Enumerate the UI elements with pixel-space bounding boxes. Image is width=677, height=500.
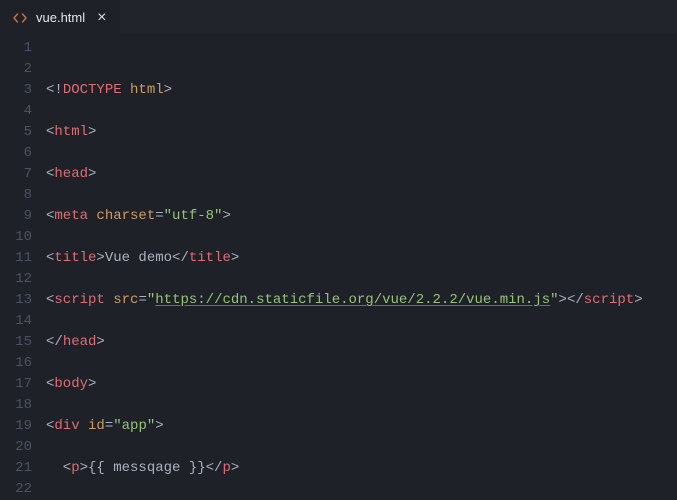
line-number: 7 xyxy=(0,164,32,185)
line-number: 10 xyxy=(0,227,32,248)
line-number: 16 xyxy=(0,353,32,374)
code-line[interactable]: <title>Vue demo</title> xyxy=(46,248,677,269)
code-line[interactable]: <p>{{ messqage }}</p> xyxy=(46,458,677,479)
line-number: 5 xyxy=(0,122,32,143)
line-number-gutter: 12345678910111213141516171819202122 xyxy=(0,38,46,500)
line-number: 8 xyxy=(0,185,32,206)
line-number: 22 xyxy=(0,479,32,500)
line-number: 1 xyxy=(0,38,32,59)
editor-tab[interactable]: vue.html × xyxy=(0,0,120,34)
line-number: 21 xyxy=(0,458,32,479)
code-line[interactable]: <div id="app"> xyxy=(46,416,677,437)
line-number: 6 xyxy=(0,143,32,164)
code-line[interactable]: <html> xyxy=(46,122,677,143)
code-line[interactable]: <script src="https://cdn.staticfile.org/… xyxy=(46,290,677,311)
close-icon[interactable]: × xyxy=(93,8,110,28)
code-line[interactable]: <meta charset="utf-8"> xyxy=(46,206,677,227)
code-content[interactable]: <!DOCTYPE html> <html> <head> <meta char… xyxy=(46,38,677,500)
line-number: 19 xyxy=(0,416,32,437)
line-number: 3 xyxy=(0,80,32,101)
line-number: 15 xyxy=(0,332,32,353)
code-line[interactable]: <body> xyxy=(46,374,677,395)
code-icon xyxy=(12,10,28,26)
line-number: 9 xyxy=(0,206,32,227)
line-number: 13 xyxy=(0,290,32,311)
line-number: 12 xyxy=(0,269,32,290)
tab-filename: vue.html xyxy=(36,10,85,25)
line-number: 20 xyxy=(0,437,32,458)
line-number: 11 xyxy=(0,248,32,269)
line-number: 2 xyxy=(0,59,32,80)
line-number: 14 xyxy=(0,311,32,332)
code-line[interactable]: </head> xyxy=(46,332,677,353)
code-line[interactable]: <head> xyxy=(46,164,677,185)
tab-bar: vue.html × xyxy=(0,0,677,34)
editor-area[interactable]: 12345678910111213141516171819202122 <!DO… xyxy=(0,34,677,500)
line-number: 4 xyxy=(0,101,32,122)
line-number: 17 xyxy=(0,374,32,395)
line-number: 18 xyxy=(0,395,32,416)
code-line[interactable]: <!DOCTYPE html> xyxy=(46,80,677,101)
